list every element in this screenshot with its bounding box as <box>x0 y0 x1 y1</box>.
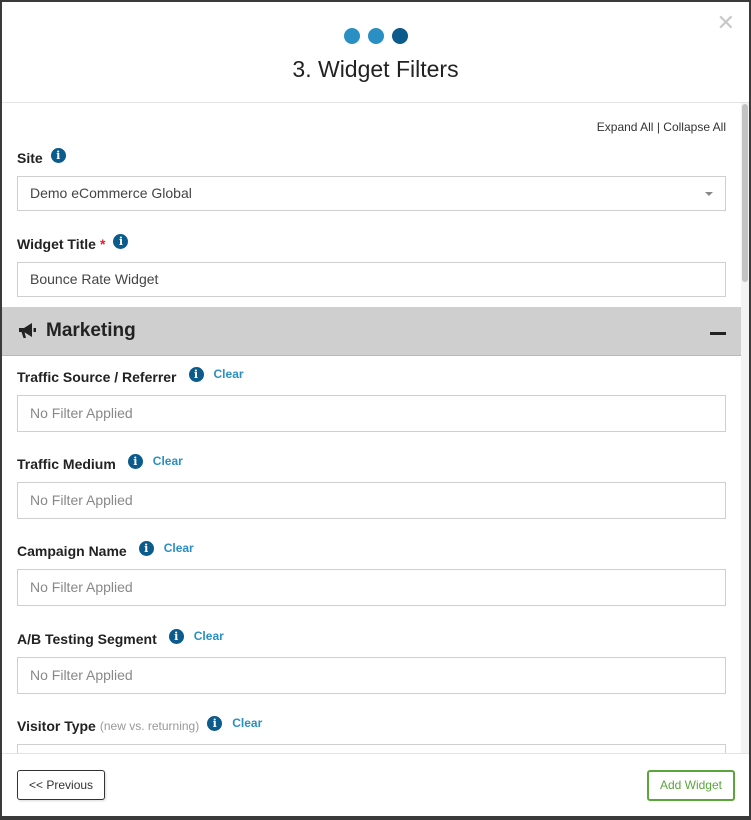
filter-input[interactable]: No Filter Applied <box>17 395 726 432</box>
clear-link[interactable]: Clear <box>153 454 183 468</box>
filter-input[interactable]: No Filter Applied <box>17 657 726 694</box>
filter-label-text: Campaign Name <box>17 543 127 559</box>
info-icon[interactable]: i <box>188 366 204 382</box>
collapse-minus-icon[interactable] <box>710 332 726 335</box>
previous-button[interactable]: << Previous <box>17 770 106 800</box>
widget-title-label-text: Widget Title <box>17 236 96 252</box>
filter-label: A/B Testing Segment i Clear <box>17 628 726 649</box>
clear-link[interactable]: Clear <box>164 541 194 555</box>
site-select-value: Demo eCommerce Global <box>30 185 192 201</box>
filter-campaign-name: Campaign Name i Clear No Filter Applied <box>17 540 726 606</box>
filter-label-sub: (new vs. returning) <box>99 719 200 733</box>
chevron-down-icon <box>705 192 713 196</box>
scrollbar-thumb[interactable] <box>742 104 748 282</box>
info-icon[interactable]: i <box>127 453 143 469</box>
filter-label: Campaign Name i Clear <box>17 540 726 561</box>
filter-traffic-source: Traffic Source / Referrer i Clear No Fil… <box>17 366 726 432</box>
modal-title: 3. Widget Filters <box>292 56 459 82</box>
filter-label-text: A/B Testing Segment <box>17 631 157 647</box>
widget-title-value: Bounce Rate Widget <box>30 271 159 287</box>
step-dot-1 <box>343 28 360 44</box>
filter-input[interactable]: No Filter Applied <box>17 569 726 606</box>
info-icon[interactable]: i <box>113 233 129 249</box>
widget-title-field: Widget Title * i Bounce Rate Widget <box>17 233 726 297</box>
megaphone-icon <box>19 323 36 338</box>
info-icon[interactable]: i <box>207 715 223 731</box>
widget-filters-modal: ✕ 3. Widget Filters Expand All | Collaps… <box>2 2 749 816</box>
filter-label: Traffic Source / Referrer i Clear <box>17 366 726 387</box>
filter-visitor-type: Visitor Type (new vs. returning) i Clear <box>17 715 726 753</box>
site-label: Site i <box>17 147 726 168</box>
filter-label-text: Traffic Source / Referrer <box>17 369 177 385</box>
filter-label: Visitor Type (new vs. returning) i Clear <box>17 715 726 736</box>
required-marker: * <box>99 236 106 252</box>
widget-title-label: Widget Title * i <box>17 233 726 254</box>
filter-label-text: Visitor Type <box>17 718 96 734</box>
section-title: Marketing <box>46 320 136 341</box>
site-label-text: Site <box>17 150 43 166</box>
step-indicator <box>2 28 749 46</box>
filter-label: Traffic Medium i Clear <box>17 453 726 474</box>
step-dot-3 <box>391 28 408 44</box>
modal-footer: << Previous Add Widget <box>2 753 749 816</box>
filter-input[interactable] <box>17 744 726 753</box>
collapse-all-link[interactable]: Collapse All <box>663 120 726 134</box>
clear-link[interactable]: Clear <box>232 716 262 730</box>
clear-link[interactable]: Clear <box>194 629 224 643</box>
separator: | <box>656 120 660 134</box>
info-icon[interactable]: i <box>168 628 184 644</box>
site-select[interactable]: Demo eCommerce Global <box>17 176 726 211</box>
widget-title-input[interactable]: Bounce Rate Widget <box>17 262 726 297</box>
info-icon[interactable]: i <box>50 147 66 163</box>
filters-scroll-area[interactable]: Expand All | Collapse All Site i Demo eC… <box>2 103 741 753</box>
filter-traffic-medium: Traffic Medium i Clear No Filter Applied <box>17 453 726 519</box>
step-dot-2 <box>367 28 384 44</box>
clear-link[interactable]: Clear <box>214 367 244 381</box>
expand-all-link[interactable]: Expand All <box>597 120 654 134</box>
marketing-section-header[interactable]: Marketing <box>2 307 741 356</box>
site-field: Site i Demo eCommerce Global <box>17 147 726 211</box>
add-widget-button[interactable]: Add Widget <box>646 770 735 801</box>
filter-label-text: Traffic Medium <box>17 456 116 472</box>
expand-collapse-controls: Expand All | Collapse All <box>597 120 726 134</box>
info-icon[interactable]: i <box>138 540 154 556</box>
filter-ab-testing-segment: A/B Testing Segment i Clear No Filter Ap… <box>17 628 726 694</box>
filter-input[interactable]: No Filter Applied <box>17 482 726 519</box>
